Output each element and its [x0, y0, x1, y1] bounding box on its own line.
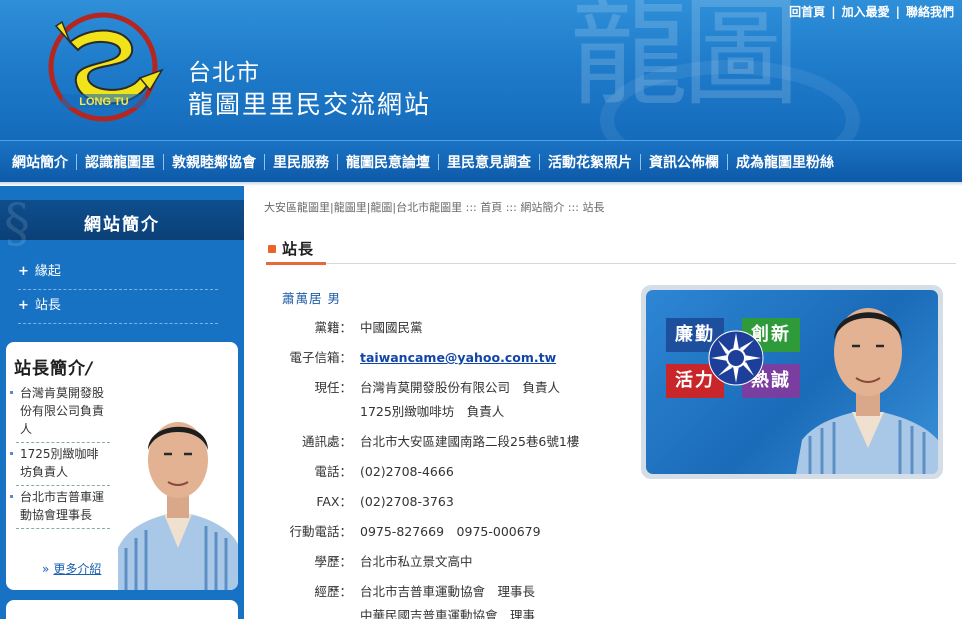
plus-icon: + — [18, 264, 29, 279]
list-item: 台北市吉普車運動協會理事長 — [10, 486, 110, 529]
nav-item-become-fan[interactable]: 成為龍圖里粉絲 — [728, 152, 842, 172]
webmaster-name: 蕭萬居 男 — [282, 291, 341, 306]
detail-value-line: 中華民國吉普車運動協會 理事 — [360, 608, 536, 619]
nav-item-neighbor-association[interactable]: 敦親睦鄰協會 — [164, 152, 264, 172]
heading-accent-bar — [266, 262, 326, 265]
detail-value-line: 1725別緻咖啡坊 負責人 — [360, 404, 505, 419]
webmaster-portrait — [796, 308, 938, 474]
site-header: 龍圖 LONG TU 台北市 龍圖里里民交流網站 回首頁 | 加入最愛 | 聯絡我們 — [0, 0, 962, 140]
detail-value: 台灣肯莫開發股份有限公司 負責人 1725別緻咖啡坊 負責人 — [360, 376, 560, 424]
sidebar-item-webmaster[interactable]: + 站長 — [18, 290, 218, 324]
detail-row-mobile: 行動電話： 0975-827669 0975-000679 — [270, 520, 630, 544]
detail-row-address: 通訊處： 台北市大安區建國南路二段25巷6號1樓 — [270, 430, 630, 454]
profile-title-text: 站長簡介 — [14, 359, 86, 379]
detail-row-education: 學歷： 台北市私立景文高中 — [270, 550, 630, 574]
detail-label: 電話： — [314, 464, 352, 479]
top-links: 回首頁 | 加入最愛 | 聯絡我們 — [789, 3, 954, 20]
main-nav: 網站簡介 認識龍圖里 敦親睦鄰協會 里民服務 龍圖民意論壇 里民意見調查 活動花… — [0, 140, 962, 182]
profile-details: 黨籍： 中國國民黨 電子信箱： taiwancame@yahoo.com.tw … — [270, 316, 630, 619]
detail-label: 通訊處： — [301, 434, 352, 449]
nav-item-forum[interactable]: 龍圖民意論壇 — [338, 152, 438, 172]
nav-item-site-intro[interactable]: 網站簡介 — [4, 152, 76, 172]
detail-value: 中國國民黨 — [360, 316, 423, 340]
detail-label: FAX： — [316, 494, 352, 509]
page-title: 站長 — [282, 240, 315, 258]
detail-value: 台北市私立景文高中 — [360, 550, 473, 574]
detail-value-line: 台北市大安區建國南路二段25巷6號1樓 — [360, 434, 580, 449]
detail-row-experience: 經歷： 台北市吉普車運動協會 理事長 中華民國吉普車運動協會 理事 — [270, 580, 630, 619]
detail-label: 經歷： — [314, 584, 352, 599]
detail-value-line: (02)2708-4666 — [360, 464, 454, 479]
webmaster-photo-small — [118, 398, 238, 590]
left-sidebar: § 網站簡介 + 緣起 + 站長 站長簡介/ 台灣肯莫開發股份有限公司負責人 172… — [0, 186, 244, 619]
home-link[interactable]: 回首頁 — [789, 5, 825, 19]
detail-value: (02)2708-4666 — [360, 460, 454, 484]
detail-value: taiwancame@yahoo.com.tw — [360, 346, 556, 370]
site-title-name: 龍圖里里民交流網站 — [188, 90, 432, 119]
heading-divider — [266, 263, 956, 264]
profile-title: 站長簡介/ — [14, 354, 93, 379]
list-item: 1725別緻咖啡坊負責人 — [10, 443, 110, 486]
contact-link[interactable]: 聯絡我們 — [906, 5, 954, 19]
toplink-separator: | — [831, 5, 836, 19]
title-slash-decoration: / — [86, 359, 94, 379]
detail-label: 學歷： — [314, 554, 352, 569]
detail-label: 電子信箱： — [289, 350, 352, 365]
photo-banner: 廉勤 創新 活力 熱誠 — [646, 290, 938, 474]
webmaster-profile-box: 站長簡介/ 台灣肯莫開發股份有限公司負責人 1725別緻咖啡坊負責人 台北市吉普… — [6, 342, 238, 590]
add-favorite-link[interactable]: 加入最愛 — [842, 5, 890, 19]
detail-row-current-position: 現任： 台灣肯莫開發股份有限公司 負責人 1725別緻咖啡坊 負責人 — [270, 376, 630, 424]
heading-bullet-icon — [268, 244, 276, 253]
webmaster-photo-large: 廉勤 創新 活力 熱誠 — [641, 285, 943, 479]
sidebar-item-label: 站長 — [34, 298, 61, 313]
double-chevron-icon: » — [42, 562, 50, 576]
sidebar-header: § 網站簡介 — [0, 194, 244, 254]
detail-label: 現任： — [314, 380, 352, 395]
detail-label: 黨籍： — [314, 320, 352, 335]
site-title: 台北市 龍圖里里民交流網站 — [188, 58, 431, 122]
sidebar-item-origin[interactable]: + 緣起 — [18, 256, 218, 290]
detail-value: 0975-827669 0975-000679 — [360, 520, 541, 544]
detail-value-line: 台北市私立景文高中 — [360, 554, 473, 569]
detail-row-email: 電子信箱： taiwancame@yahoo.com.tw — [270, 346, 630, 370]
site-title-city: 台北市 — [188, 60, 260, 86]
sidebar-item-label: 緣起 — [34, 264, 61, 279]
email-link[interactable]: taiwancame@yahoo.com.tw — [360, 350, 556, 365]
more-intro-link[interactable]: 更多介紹 — [53, 562, 101, 576]
detail-row-party: 黨籍： 中國國民黨 — [270, 316, 630, 340]
detail-value-line: 台北市吉普車運動協會 理事長 — [360, 584, 536, 599]
profile-list: 台灣肯莫開發股份有限公司負責人 1725別緻咖啡坊負責人 台北市吉普車運動協會理… — [10, 382, 110, 529]
detail-value-line: 0975-827669 0975-000679 — [360, 524, 541, 539]
detail-label: 行動電話： — [289, 524, 352, 539]
plus-icon: + — [18, 298, 29, 313]
detail-value: 台北市吉普車運動協會 理事長 中華民國吉普車運動協會 理事 — [360, 580, 535, 619]
nav-item-resident-services[interactable]: 里民服務 — [265, 152, 337, 172]
detail-value: 台北市大安區建國南路二段25巷6號1樓 — [360, 430, 579, 454]
sidebar-bottom-box — [6, 600, 238, 619]
logo-text: LONG TU — [79, 96, 129, 108]
party-emblem-icon — [708, 330, 764, 386]
sidebar-menu: + 緣起 + 站長 — [18, 256, 218, 324]
nav-item-bulletin[interactable]: 資訊公佈欄 — [641, 152, 727, 172]
nav-item-photos[interactable]: 活動花絮照片 — [540, 152, 640, 172]
breadcrumb: 大安區龍圖里|龍圖里|龍圖|台北市龍圖里 ::: 首頁 ::: 網站簡介 :::… — [264, 201, 605, 214]
detail-value: (02)2708-3763 — [360, 490, 454, 514]
detail-value-line: 台灣肯莫開發股份有限公司 負責人 — [360, 380, 561, 395]
nav-item-survey[interactable]: 里民意見調查 — [439, 152, 539, 172]
longtu-logo[interactable]: LONG TU — [40, 12, 166, 122]
detail-row-fax: FAX： (02)2708-3763 — [270, 490, 630, 514]
page-heading: 站長 — [268, 238, 314, 259]
detail-row-phone: 電話： (02)2708-4666 — [270, 460, 630, 484]
nav-item-about-longtu[interactable]: 認識龍圖里 — [77, 152, 163, 172]
sidebar-title: 網站簡介 — [84, 215, 160, 235]
list-item: 台灣肯莫開發股份有限公司負責人 — [10, 382, 110, 443]
more-intro-link-wrap: » 更多介紹 — [42, 560, 101, 577]
detail-value-line: 中國國民黨 — [360, 320, 423, 335]
toplink-separator: | — [895, 5, 900, 19]
detail-value-line: (02)2708-3763 — [360, 494, 454, 509]
